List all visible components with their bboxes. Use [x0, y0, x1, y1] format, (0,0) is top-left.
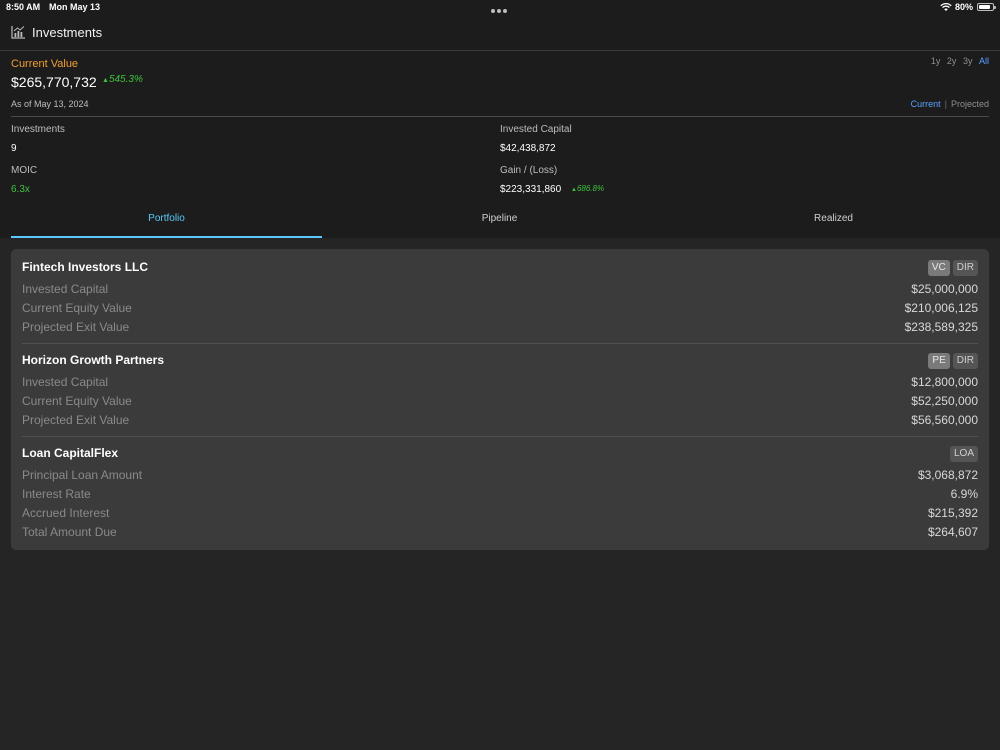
type-badge: LOA — [949, 446, 978, 462]
view-selector: Current | Projected — [911, 99, 989, 109]
row-label: Principal Loan Amount — [22, 468, 143, 482]
invested-capital-label: Invested Capital — [500, 124, 572, 135]
range-3y[interactable]: 3y — [963, 56, 973, 66]
row-label: Invested Capital — [22, 282, 109, 296]
invested-capital-value: $42,438,872 — [500, 143, 556, 154]
multitasking-dots-icon[interactable] — [491, 5, 509, 13]
chart-icon — [11, 26, 25, 39]
row-value: $210,006,125 — [904, 301, 978, 315]
status-date: Mon May 13 — [49, 2, 101, 12]
investment-name[interactable]: Fintech Investors LLC — [22, 260, 148, 274]
investments-count: 9 — [11, 143, 17, 154]
row-value: $238,589,325 — [904, 320, 978, 334]
gain-label: Gain / (Loss) — [500, 165, 558, 176]
current-value-change-text: 545.3% — [108, 74, 143, 85]
row-label: Invested Capital — [22, 375, 109, 389]
summary-divider — [11, 116, 989, 117]
view-separator: | — [944, 99, 947, 109]
portfolio-card: Fintech Investors LLC VC DIR Invested Ca… — [11, 249, 989, 550]
up-triangle-icon: ▲ — [102, 77, 109, 84]
row-label: Current Equity Value — [22, 394, 132, 408]
investment-badges: PE DIR — [928, 353, 978, 369]
investment-badges: VC DIR — [927, 260, 978, 276]
investments-label: Investments — [11, 124, 65, 135]
row-value: $56,560,000 — [911, 413, 978, 427]
current-value-change: ▲545.3% — [102, 74, 143, 85]
current-value-label: Current Value — [11, 58, 79, 70]
row-label: Interest Rate — [22, 487, 91, 501]
range-1y[interactable]: 1y — [931, 56, 941, 66]
row-value: 6.9% — [950, 487, 978, 501]
range-all[interactable]: All — [979, 56, 989, 66]
row-value: $215,392 — [927, 506, 978, 520]
gain-change-text: 686.8% — [576, 184, 605, 193]
as-of-date: As of May 13, 2024 — [11, 99, 89, 109]
page-title: Investments — [32, 25, 103, 40]
segment-tabs: Portfolio Pipeline Realized — [11, 210, 989, 238]
range-2y[interactable]: 2y — [947, 56, 957, 66]
moic-value: 6.3x — [11, 184, 30, 195]
row-value: $264,607 — [927, 525, 978, 539]
investment-badges: LOA — [949, 446, 978, 462]
tab-realized[interactable]: Realized — [678, 213, 989, 224]
tab-portfolio[interactable]: Portfolio — [11, 213, 322, 224]
investment-name[interactable]: Loan CapitalFlex — [22, 446, 118, 460]
investment-name[interactable]: Horizon Growth Partners — [22, 353, 164, 367]
type-badge: DIR — [952, 353, 978, 369]
status-time: 8:50 AM — [6, 2, 41, 12]
row-label: Accrued Interest — [22, 506, 110, 520]
battery-icon — [977, 3, 996, 11]
row-value: $12,800,000 — [911, 375, 978, 389]
item-divider — [22, 343, 978, 344]
tab-active-indicator — [11, 236, 322, 238]
view-current[interactable]: Current — [911, 99, 941, 109]
time-range-selector: 1y 2y 3y All — [927, 56, 989, 66]
item-divider — [22, 436, 978, 437]
row-label: Projected Exit Value — [22, 413, 130, 427]
wifi-icon — [940, 2, 952, 11]
row-label: Current Equity Value — [22, 301, 132, 315]
type-badge: VC — [927, 260, 950, 276]
view-projected[interactable]: Projected — [951, 99, 989, 109]
row-label: Total Amount Due — [22, 525, 117, 539]
battery-percent: 80% — [955, 2, 974, 12]
row-value: $52,250,000 — [911, 394, 978, 408]
gain-change: ▲686.8% — [571, 184, 604, 193]
row-label: Projected Exit Value — [22, 320, 130, 334]
status-bar: 8:50 AM Mon May 13 80% — [0, 0, 1000, 15]
moic-label: MOIC — [11, 165, 38, 176]
tab-pipeline[interactable]: Pipeline — [344, 213, 655, 224]
type-badge: DIR — [952, 260, 978, 276]
type-badge: PE — [928, 353, 950, 369]
row-value: $25,000,000 — [911, 282, 978, 296]
gain-value: $223,331,860 — [500, 184, 562, 195]
row-value: $3,068,872 — [917, 468, 978, 482]
current-value: $265,770,732 — [11, 74, 97, 90]
nav-bar: Investments — [0, 15, 1000, 51]
